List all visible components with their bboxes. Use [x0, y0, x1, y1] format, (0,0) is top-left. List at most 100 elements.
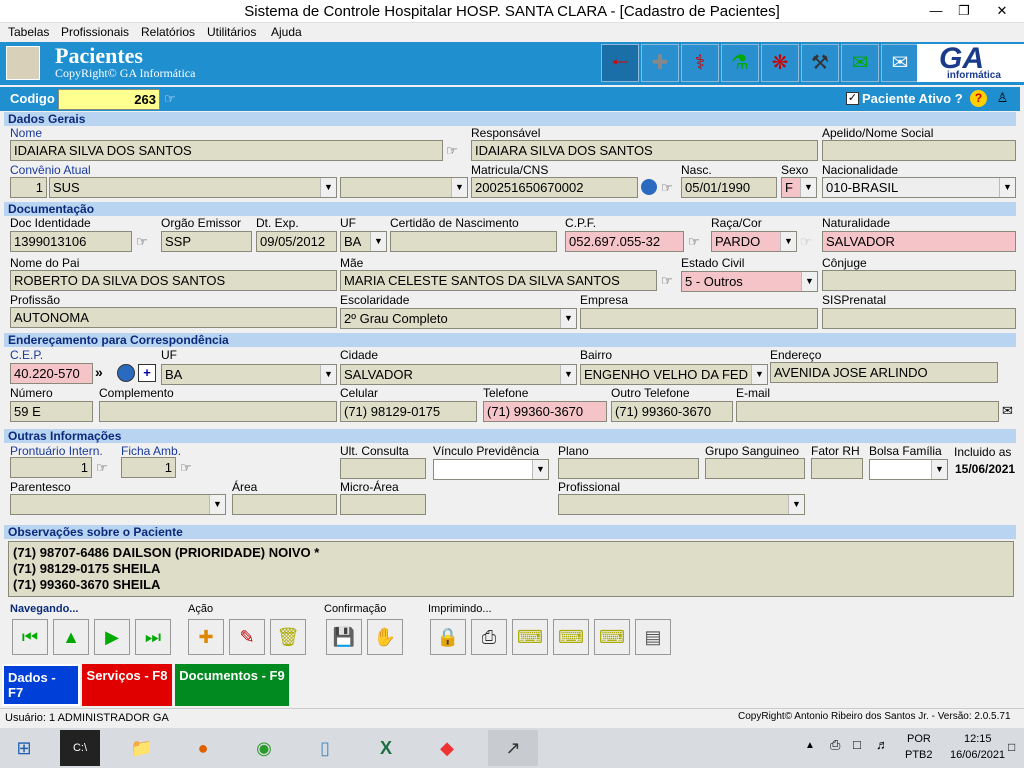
last-record-icon[interactable]: ⏭: [135, 619, 171, 655]
chevron-down-icon[interactable]: ▼: [751, 365, 767, 384]
mail-icon[interactable]: ✉: [881, 44, 919, 82]
tray-volume-icon[interactable]: ♬: [876, 737, 889, 752]
pointer-icon[interactable]: ☞: [661, 180, 673, 196]
cidade-select[interactable]: SALVADOR ▼: [340, 364, 577, 385]
lock-check-icon[interactable]: 🔒: [430, 619, 466, 655]
cpf-field[interactable]: 052.697.055-32: [565, 231, 684, 252]
endereco-field[interactable]: AVENIDA JOSE ARLINDO: [770, 362, 998, 383]
chevron-down-icon[interactable]: ▼: [788, 495, 804, 514]
outro-telefone-field[interactable]: (71) 99360-3670: [611, 401, 733, 422]
edit-pencil-icon[interactable]: ✎: [229, 619, 265, 655]
first-record-icon[interactable]: ⏮: [12, 619, 48, 655]
profissional-select[interactable]: ▼: [558, 494, 805, 515]
next-record-icon[interactable]: ▶: [94, 619, 130, 655]
help-icon[interactable]: ?: [970, 90, 987, 107]
chevron-down-icon[interactable]: ▼: [800, 178, 816, 197]
typewriter-icon[interactable]: ⌨: [594, 619, 630, 655]
globe-icon[interactable]: [117, 364, 135, 382]
windows-start-icon[interactable]: ⊞: [4, 730, 44, 766]
nacionalidade-select[interactable]: 010-BRASIL ▼: [822, 177, 1016, 198]
bairro-select[interactable]: ENGENHO VELHO DA FED ▼: [580, 364, 768, 385]
chevron-down-icon[interactable]: ▼: [370, 232, 386, 251]
orgao-field[interactable]: SSP: [161, 231, 252, 252]
notebook-icon[interactable]: ▯: [305, 730, 345, 766]
ficha-field[interactable]: 1: [121, 457, 176, 478]
tab-documentos[interactable]: Documentos - F9: [175, 664, 289, 706]
stop-icon[interactable]: ✋: [367, 619, 403, 655]
pai-field[interactable]: ROBERTO DA SILVA DOS SANTOS: [10, 270, 337, 291]
menu-relatorios[interactable]: Relatórios: [141, 25, 195, 39]
tray-layout[interactable]: PTB2: [905, 749, 933, 761]
civil-select[interactable]: 5 - Outros ▼: [681, 271, 818, 292]
new-record-icon[interactable]: ✚: [188, 619, 224, 655]
pointer-icon[interactable]: ☞: [180, 460, 192, 476]
chevron-down-icon[interactable]: ▼: [999, 178, 1015, 197]
chevron-down-icon[interactable]: ▼: [451, 178, 467, 197]
tab-servicos[interactable]: Serviços - F8: [82, 664, 172, 706]
send-mail-icon[interactable]: ✉: [1002, 403, 1013, 419]
certidao-field[interactable]: [390, 231, 557, 252]
pointer-icon[interactable]: ☞: [164, 91, 176, 107]
responsavel-field[interactable]: IDAIARA SILVA DOS SANTOS: [471, 140, 818, 161]
chrome-icon[interactable]: ◉: [244, 730, 284, 766]
sms-icon[interactable]: ✉: [841, 44, 879, 82]
pointer-icon[interactable]: ☞: [136, 234, 148, 250]
chevron-down-icon[interactable]: ▼: [560, 365, 576, 384]
menu-profissionais[interactable]: Profissionais: [61, 25, 129, 39]
typewriter-icon[interactable]: ⌨: [553, 619, 589, 655]
convenio-select[interactable]: SUS ▼: [49, 177, 337, 198]
celular-field[interactable]: (71) 98129-0175: [340, 401, 477, 422]
caduceus-icon[interactable]: ⚕: [681, 44, 719, 82]
cross-icon[interactable]: ✚: [641, 44, 679, 82]
raca-select[interactable]: PARDO ▼: [711, 231, 797, 252]
menu-ajuda[interactable]: Ajuda: [271, 25, 302, 39]
typewriter-icon[interactable]: ⌨: [512, 619, 548, 655]
complemento-field[interactable]: [99, 401, 337, 422]
empresa-field[interactable]: [580, 308, 818, 329]
restore-icon[interactable]: ❐: [948, 0, 980, 22]
back-arrow-icon[interactable]: 🠐: [601, 44, 639, 82]
chevron-down-icon[interactable]: ▼: [780, 232, 796, 251]
molecule-icon[interactable]: ❋: [761, 44, 799, 82]
terminal-icon[interactable]: C:\: [60, 730, 100, 766]
tray-language[interactable]: POR: [907, 733, 931, 745]
tray-time[interactable]: 12:15: [964, 733, 992, 745]
chevron-down-icon[interactable]: ▼: [560, 309, 576, 328]
tray-print-icon[interactable]: ⎙: [830, 737, 840, 753]
vinculo-select[interactable]: ▼: [433, 459, 549, 480]
anydesk-icon[interactable]: ◆: [427, 730, 467, 766]
trash-icon[interactable]: 🗑: [270, 619, 306, 655]
hospital-app-icon[interactable]: ↗: [488, 730, 538, 766]
chevron-down-icon[interactable]: ▼: [320, 178, 336, 197]
grupo-field[interactable]: [705, 458, 805, 479]
dtexp-field[interactable]: 09/05/2012: [256, 231, 337, 252]
cep-field[interactable]: 40.220-570: [10, 363, 93, 384]
folder-icon[interactable]: 📁: [122, 730, 162, 766]
chevron-down-icon[interactable]: ▼: [801, 272, 817, 291]
matricula-field[interactable]: 200251650670002: [471, 177, 638, 198]
tray-network-icon[interactable]: □: [853, 737, 861, 752]
bolsa-select[interactable]: ▼: [869, 459, 948, 480]
chevron-down-icon[interactable]: ▼: [209, 495, 225, 514]
add-icon[interactable]: +: [138, 364, 156, 382]
cards-icon[interactable]: ▤: [635, 619, 671, 655]
nome-field[interactable]: IDAIARA SILVA DOS SANTOS: [10, 140, 443, 161]
ult-consulta-field[interactable]: [340, 458, 426, 479]
menu-tabelas[interactable]: Tabelas: [8, 25, 49, 39]
uf-select[interactable]: BA ▼: [340, 231, 387, 252]
pointer-icon[interactable]: ☞: [446, 143, 458, 159]
prontuario-field[interactable]: 1: [10, 457, 92, 478]
apelido-field[interactable]: [822, 140, 1016, 161]
conjuge-field[interactable]: [822, 270, 1016, 291]
observacoes-textarea[interactable]: (71) 98707-6486 DAILSON (PRIORIDADE) NOI…: [8, 541, 1014, 597]
numero-field[interactable]: 59 E: [10, 401, 93, 422]
menu-utilitarios[interactable]: Utilitários: [207, 25, 256, 39]
naturalidade-field[interactable]: SALVADOR: [822, 231, 1016, 252]
tab-dados[interactable]: Dados - F7: [2, 664, 80, 706]
uf2-select[interactable]: BA ▼: [161, 364, 337, 385]
email-field[interactable]: [736, 401, 999, 422]
nasc-field[interactable]: 05/01/1990: [681, 177, 777, 198]
telefone-field[interactable]: (71) 99360-3670: [483, 401, 607, 422]
lab-flask-icon[interactable]: ⚗: [721, 44, 759, 82]
tools-icon[interactable]: ⚒: [801, 44, 839, 82]
